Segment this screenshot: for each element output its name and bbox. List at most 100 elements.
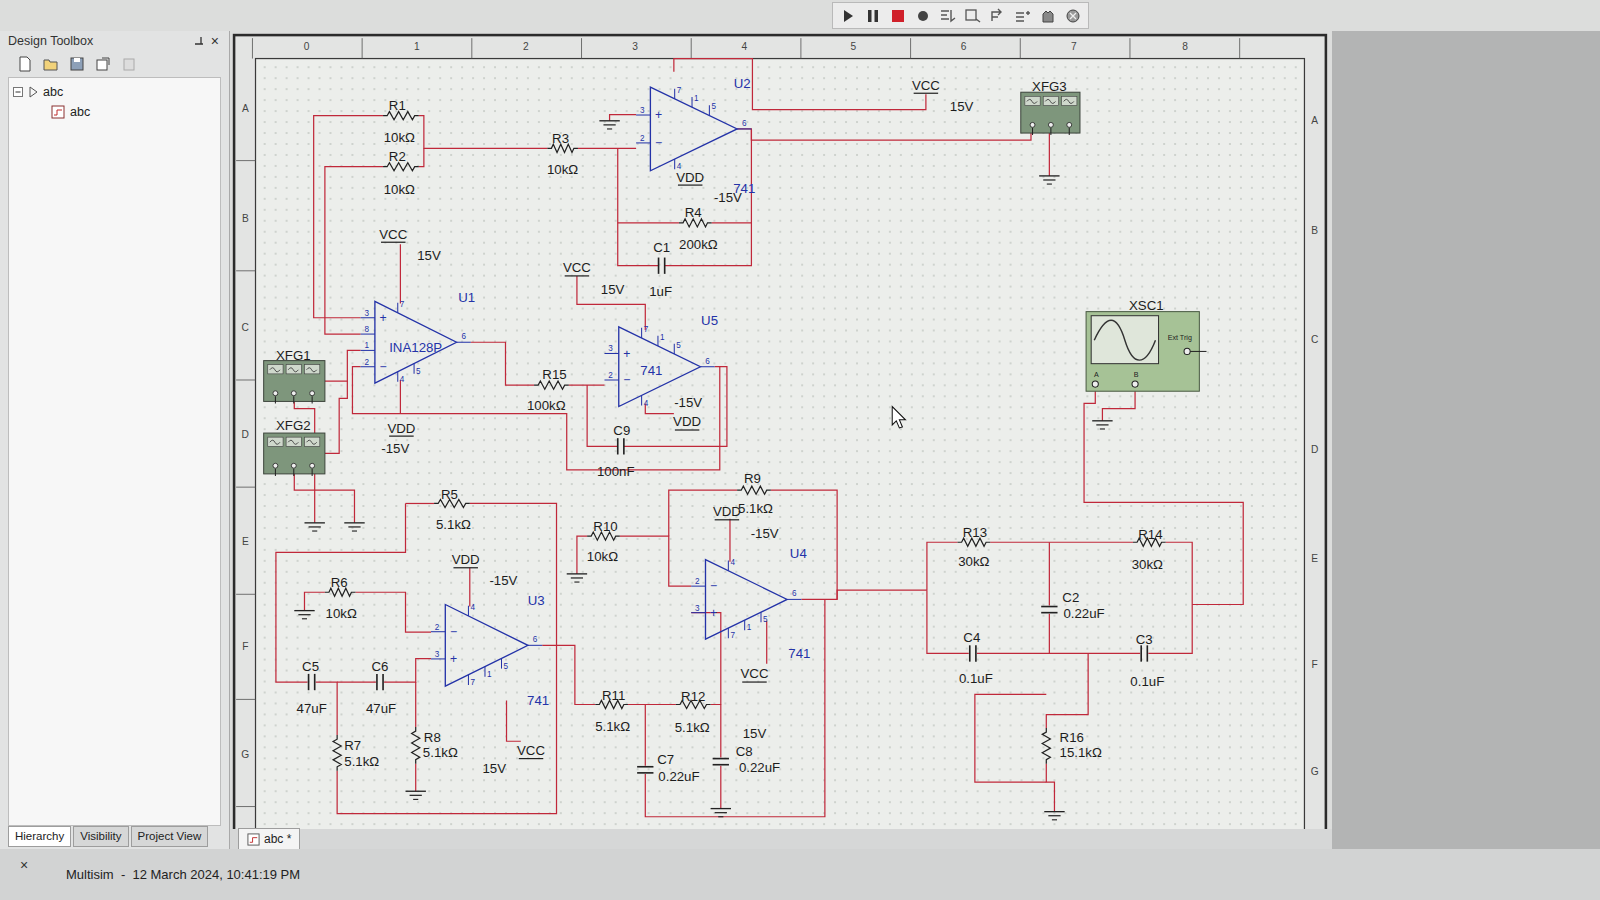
opamp[interactable] <box>361 301 471 383</box>
opamp[interactable] <box>636 87 751 171</box>
wire[interactable] <box>927 542 958 590</box>
capacitor[interactable] <box>1041 607 1057 613</box>
wire[interactable] <box>400 380 401 414</box>
wire[interactable] <box>337 681 376 682</box>
wire[interactable] <box>1049 614 1050 654</box>
oscilloscope[interactable] <box>1086 312 1206 392</box>
wire[interactable] <box>356 592 432 632</box>
ground-icon[interactable] <box>406 791 426 799</box>
power-symbol[interactable] <box>453 567 477 568</box>
step-out-icon[interactable] <box>989 7 1007 25</box>
capacitor[interactable] <box>637 767 653 773</box>
resistor-body[interactable] <box>737 486 771 494</box>
stop-icon[interactable] <box>889 7 907 25</box>
expander-icon[interactable] <box>13 87 23 97</box>
ground-icon[interactable] <box>1039 176 1059 184</box>
wire[interactable] <box>314 116 383 318</box>
wire[interactable] <box>628 704 676 705</box>
wire[interactable] <box>801 590 927 599</box>
wire[interactable] <box>1046 764 1054 812</box>
ground-icon[interactable] <box>304 523 324 531</box>
wire[interactable] <box>542 645 595 704</box>
wire[interactable] <box>325 350 361 381</box>
schematic-canvas[interactable]: 012345678ABCDEFGABCDEFGR110kΩR210kΩR310k… <box>230 31 1332 829</box>
power-symbol[interactable] <box>914 93 938 94</box>
wire[interactable] <box>771 490 837 599</box>
wire[interactable] <box>1084 388 1243 604</box>
resistor[interactable] <box>1042 728 1050 764</box>
document-tab[interactable]: abc * <box>238 828 300 849</box>
capacitor[interactable] <box>377 674 383 690</box>
resistor[interactable] <box>412 727 420 764</box>
power-symbol[interactable] <box>715 519 739 520</box>
wire[interactable] <box>977 653 1140 654</box>
power-symbol[interactable] <box>675 429 699 430</box>
wire[interactable] <box>990 542 1133 543</box>
power-symbol[interactable] <box>519 758 543 759</box>
wire[interactable] <box>645 705 646 766</box>
wire[interactable] <box>577 276 645 330</box>
wire[interactable] <box>645 599 825 816</box>
wire[interactable] <box>400 244 401 303</box>
wire[interactable] <box>720 766 721 809</box>
ground-icon[interactable] <box>1044 812 1064 820</box>
function-generator[interactable] <box>264 433 325 476</box>
function-generator[interactable] <box>264 361 325 404</box>
wire[interactable] <box>712 222 752 223</box>
wire[interactable] <box>419 116 548 149</box>
wire[interactable] <box>737 129 1031 140</box>
close-file-icon[interactable] <box>94 55 112 73</box>
record-icon[interactable] <box>914 7 932 25</box>
close-button[interactable]: × <box>209 34 221 48</box>
ground-icon[interactable] <box>567 574 587 582</box>
wire[interactable] <box>470 503 557 645</box>
function-generator[interactable] <box>1021 92 1080 135</box>
open-folder-icon[interactable] <box>42 55 60 73</box>
tree-item[interactable]: abc <box>13 102 216 122</box>
probe-icon[interactable] <box>1064 7 1082 25</box>
wire[interactable] <box>766 621 767 664</box>
wire[interactable] <box>304 592 324 610</box>
close-button[interactable]: × <box>0 849 52 900</box>
power-symbol[interactable] <box>389 436 413 437</box>
step-into-icon[interactable] <box>939 7 957 25</box>
wire[interactable] <box>384 659 431 682</box>
wire[interactable] <box>610 115 637 121</box>
tab-label[interactable]: abc * <box>264 830 291 848</box>
capacitor[interactable] <box>618 438 624 454</box>
tree-label[interactable]: abc <box>43 83 63 102</box>
new-file-icon[interactable] <box>16 55 34 73</box>
wire[interactable] <box>1046 653 1088 727</box>
capacitor[interactable] <box>309 674 315 690</box>
step-over-icon[interactable] <box>964 7 982 25</box>
resistor-body[interactable] <box>412 727 420 764</box>
ground-icon[interactable] <box>294 611 314 619</box>
wire[interactable] <box>325 381 347 453</box>
panel-tab[interactable]: Visibility <box>73 826 128 847</box>
capacitor[interactable] <box>1141 645 1147 661</box>
wire[interactable] <box>415 682 416 727</box>
wire[interactable] <box>720 705 721 758</box>
capacitor[interactable] <box>970 645 976 661</box>
wire[interactable] <box>352 367 719 470</box>
wire[interactable] <box>975 694 1046 782</box>
wire[interactable] <box>665 129 752 266</box>
resistor-body[interactable] <box>333 735 341 771</box>
schematic[interactable]: 012345678ABCDEFGABCDEFGR110kΩR210kΩR310k… <box>230 31 1332 829</box>
wire[interactable] <box>1049 133 1050 176</box>
power-symbol[interactable] <box>742 682 766 683</box>
wire[interactable] <box>618 222 679 223</box>
save-icon[interactable] <box>68 55 86 73</box>
wire[interactable] <box>337 645 556 813</box>
wire[interactable] <box>294 474 354 523</box>
panel-tab[interactable]: Project View <box>131 826 209 847</box>
tree-item[interactable]: abc <box>13 82 216 102</box>
pin-icon[interactable] <box>193 35 205 47</box>
pause-icon[interactable] <box>864 7 882 25</box>
wire[interactable] <box>578 148 636 149</box>
ground-icon[interactable] <box>711 809 731 817</box>
wire[interactable] <box>1102 388 1135 421</box>
ground-icon[interactable] <box>599 121 619 129</box>
power-symbol[interactable] <box>565 275 589 276</box>
tree-label[interactable]: abc <box>70 103 90 122</box>
